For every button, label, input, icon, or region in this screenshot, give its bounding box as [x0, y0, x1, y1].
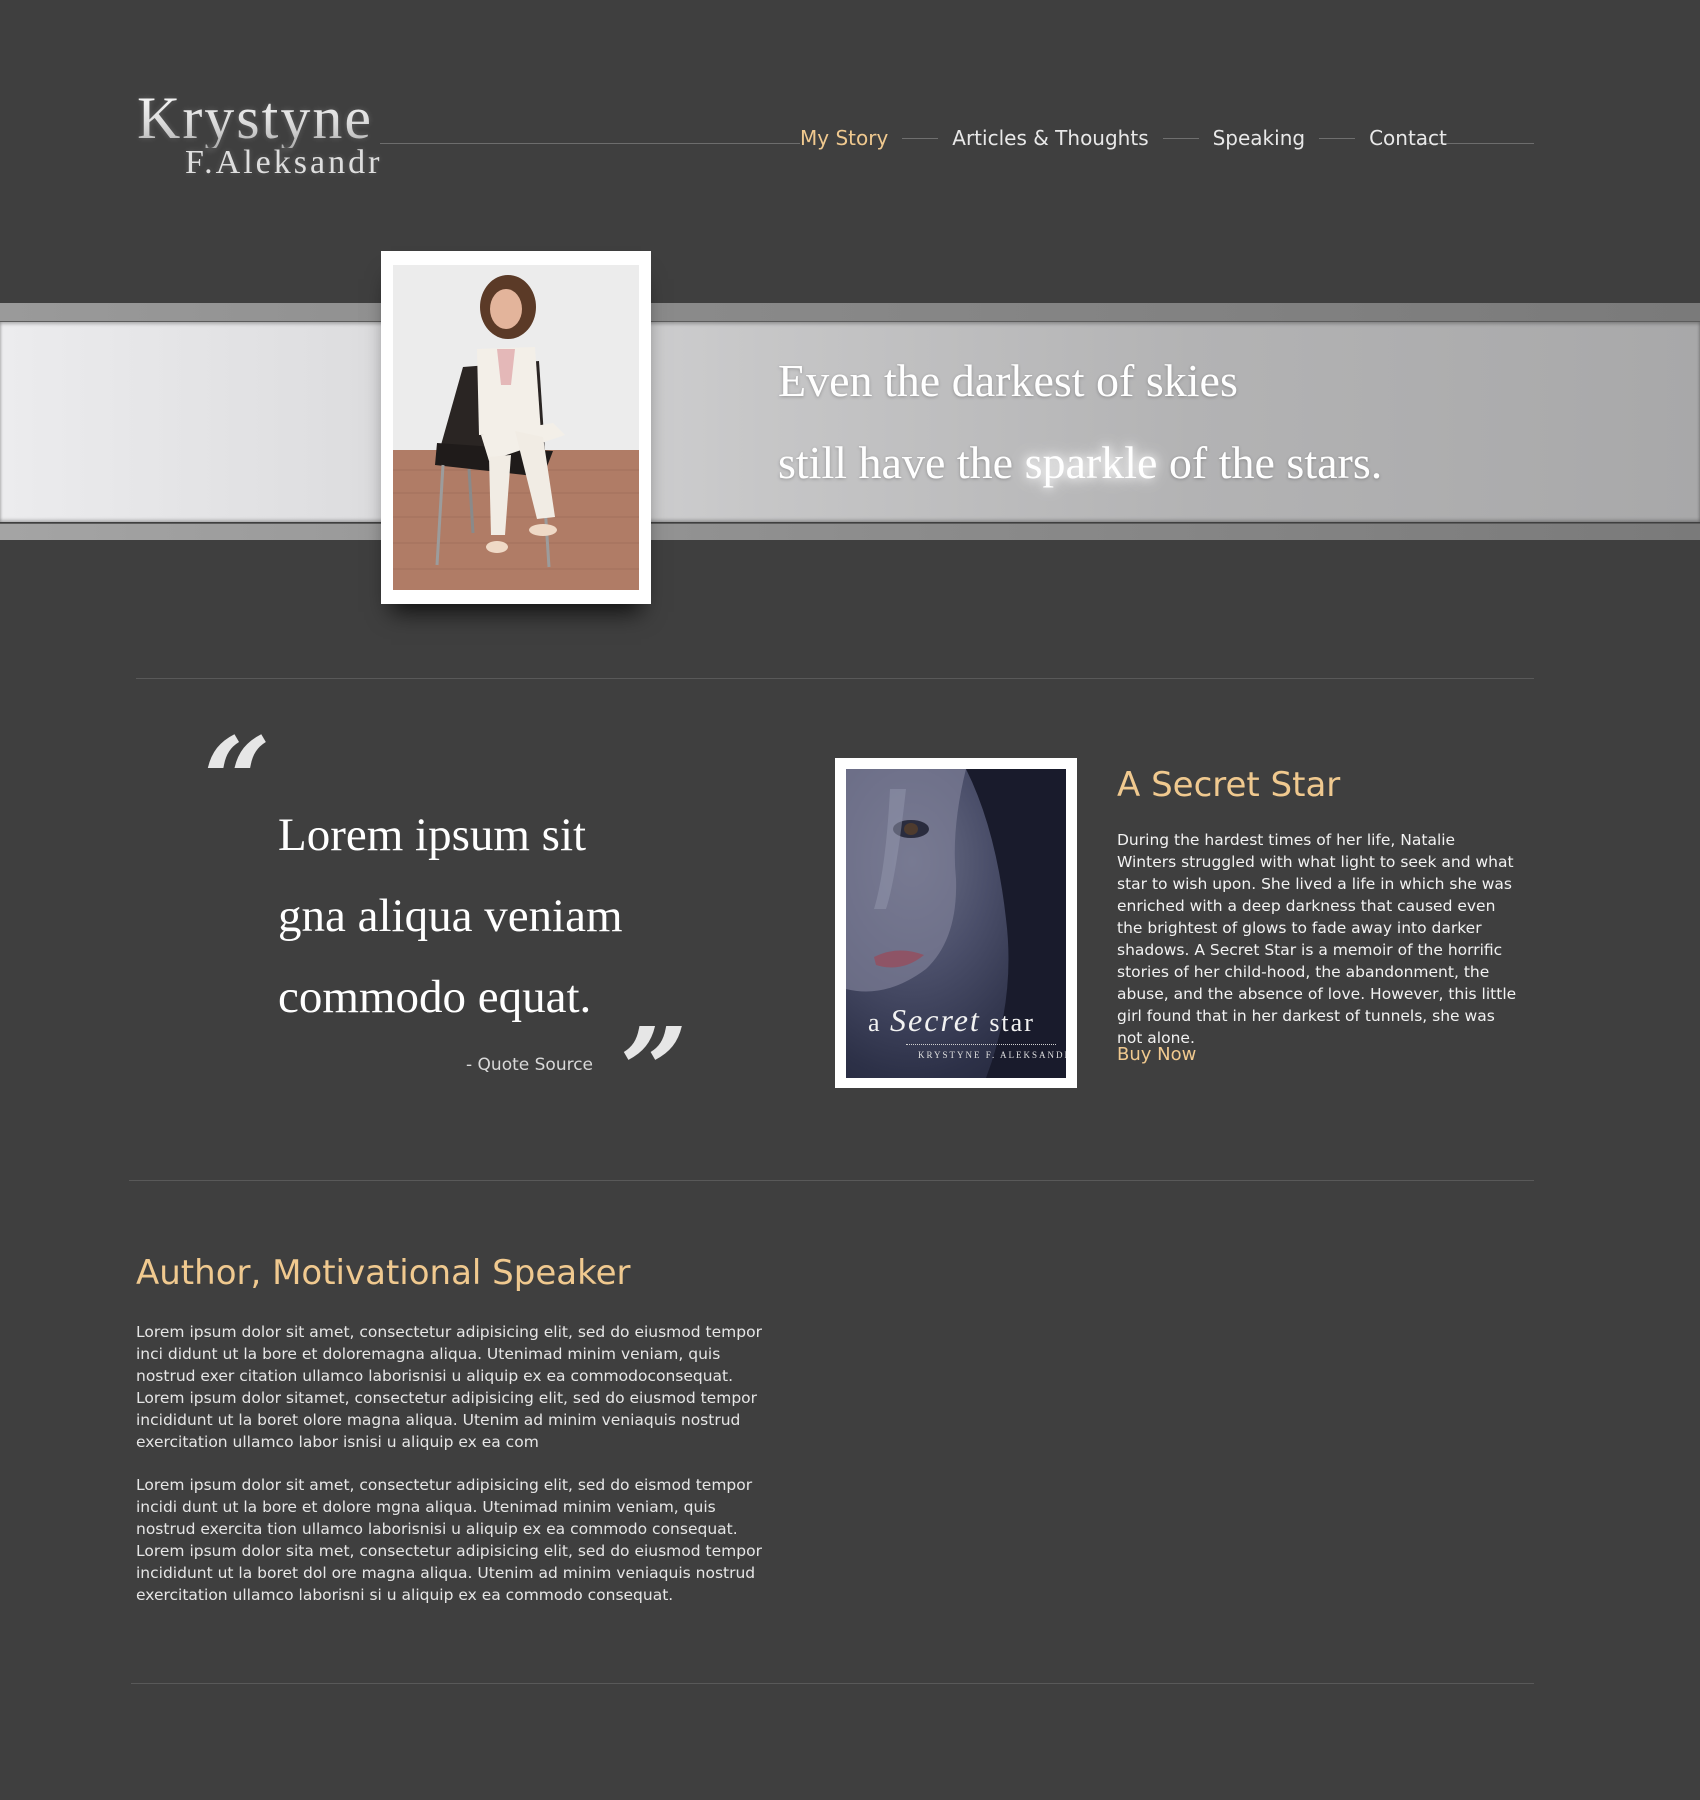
- nav-item-contact[interactable]: Contact: [1369, 126, 1447, 150]
- author-portrait: [381, 251, 651, 604]
- book-cover-title-main: Secret: [890, 1002, 981, 1038]
- nav-separator: [1162, 137, 1199, 139]
- nav-separator: [902, 137, 939, 139]
- close-quote-mark: ”: [620, 1001, 688, 1140]
- about-heading: Author, Motivational Speaker: [136, 1253, 631, 1293]
- nav-item-my-story[interactable]: My Story: [800, 126, 888, 150]
- logo-last-name: F.Aleksandr: [185, 144, 383, 181]
- hero-tagline-text: of the stars.: [1157, 437, 1383, 488]
- logo-first-name: Krystyne: [137, 88, 382, 148]
- book-cover-rule: [906, 1044, 1056, 1045]
- pull-quote-line: commodo equat.: [278, 971, 592, 1023]
- hero-tagline: Even the darkest of skies still have the…: [778, 340, 1382, 504]
- nav-separator: [1319, 137, 1356, 139]
- section-divider: [131, 1683, 1534, 1684]
- main-nav: My Story Articles & Thoughts Speaking Co…: [800, 126, 1447, 150]
- header-rule-left: [380, 143, 800, 144]
- about-paragraph: Lorem ipsum dolor sit amet, consectetur …: [136, 1323, 762, 1451]
- book-cover-title-suffix: star: [980, 1008, 1035, 1037]
- about-paragraph: Lorem ipsum dolor sit amet, consectetur …: [136, 1476, 762, 1604]
- buy-now-link[interactable]: Buy Now: [1117, 1044, 1196, 1065]
- open-quote-mark: “: [203, 711, 271, 850]
- pull-quote-line: Lorem ipsum sit: [278, 809, 587, 861]
- pull-quote: Lorem ipsum sit gna aliqua veniam commod…: [278, 795, 623, 1038]
- hero-tagline-text: still have the: [778, 437, 1025, 488]
- page: Krystyne F.Aleksandr My Story Articles &…: [0, 0, 1700, 1800]
- hero-tagline-highlight: sparkle: [1024, 437, 1158, 488]
- book-cover-author: KRYSTYNE F. ALEKSANDR: [918, 1050, 1066, 1060]
- author-photo-illustration: [393, 265, 639, 590]
- nav-item-speaking[interactable]: Speaking: [1213, 126, 1305, 150]
- nav-item-articles-thoughts[interactable]: Articles & Thoughts: [952, 126, 1148, 150]
- quote-source: - Quote Source: [466, 1055, 594, 1075]
- hero-band-top: [0, 303, 1700, 322]
- pull-quote-line: gna aliqua veniam: [278, 890, 623, 942]
- book-cover-title-prefix: a: [868, 1008, 891, 1037]
- section-divider: [136, 678, 1534, 679]
- hero-tagline-line-2: still have the sparkle of the stars.: [778, 422, 1382, 504]
- book-cover: a Secret star KRYSTYNE F. ALEKSANDR: [846, 769, 1066, 1078]
- book-cover-frame[interactable]: a Secret star KRYSTYNE F. ALEKSANDR: [835, 758, 1077, 1088]
- author-photo: [393, 265, 639, 590]
- hero-band-bottom: [0, 523, 1700, 540]
- book-cover-title: a Secret star: [868, 1002, 1035, 1039]
- section-divider: [129, 1180, 1534, 1181]
- site-logo[interactable]: Krystyne F.Aleksandr: [137, 88, 382, 180]
- book-description: During the hardest times of her life, Na…: [1117, 831, 1517, 1047]
- book-title: A Secret Star: [1117, 765, 1341, 805]
- hero-tagline-line-1: Even the darkest of skies: [778, 355, 1238, 406]
